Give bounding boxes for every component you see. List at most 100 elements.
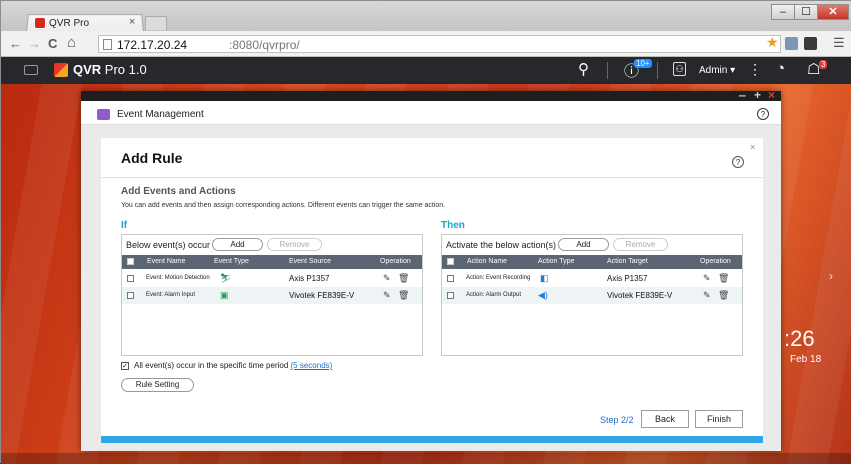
time-period-link[interactable]: (5 seconds) [291,361,333,370]
reload-icon[interactable]: C [48,36,57,51]
table-row[interactable]: Event: Alarm Input ▣ Vivotek FE839E-V ✎ … [122,287,422,304]
actions-table-header: Action Name Action Type Action Target Op… [442,255,742,269]
bookmark-star-icon[interactable]: ★ [766,34,779,51]
column-header: Action Name [467,258,508,265]
extension-icon[interactable] [785,37,798,50]
window-minimize-button[interactable]: ‒ [771,4,795,20]
notification-badge: 10+ [634,59,652,68]
divider [607,62,608,79]
column-header: Event Type [214,258,249,265]
page-icon [103,39,112,50]
divider [657,62,658,79]
tab-close-icon[interactable]: × [129,16,135,28]
edit-icon[interactable]: ✎ [383,290,391,301]
rule-setting-button[interactable]: Rule Setting [121,378,194,392]
event-management-title: Event Management [117,109,204,120]
desktop-dock [1,453,851,464]
edit-icon[interactable]: ✎ [703,273,711,284]
row-checkbox[interactable] [447,292,454,299]
edit-icon[interactable]: ✎ [703,290,711,301]
pocket-extension-icon[interactable] [804,37,817,50]
then-label: Then [441,220,465,231]
url-path: :8080/qvrpro/ [229,38,300,52]
row-checkbox[interactable] [127,292,134,299]
qvr-logo-icon [54,63,68,77]
action-target: Axis P1357 [607,274,648,283]
window-close-button[interactable]: ✕ [817,4,849,20]
select-all-actions-checkbox[interactable] [447,258,454,265]
remove-event-button[interactable]: Remove [267,238,322,251]
help-icon[interactable]: ? [757,108,769,120]
window-close-icon[interactable]: × [768,88,775,102]
section-title: Add Events and Actions [121,186,236,197]
back-button[interactable]: Back [641,410,689,428]
row-checkbox[interactable] [127,275,134,282]
dialog-help-icon[interactable]: ? [732,156,744,168]
event-source: Axis P1357 [289,274,330,283]
qvr-favicon-icon [35,18,45,28]
window-maximize-button[interactable]: ☐ [794,4,818,20]
delete-icon[interactable]: 🗑 [718,290,729,301]
column-header: Operation [380,258,411,265]
column-header: Operation [700,258,731,265]
home-icon[interactable]: ⌂ [67,34,76,51]
next-page-chevron-icon[interactable]: › [829,269,833,283]
column-header: Event Source [289,258,332,265]
action-target: Vivotek FE839E-V [607,291,673,300]
sidebar-toggle-icon[interactable] [24,65,38,75]
time-period-label: All event(s) occur in the specific time … [134,361,333,370]
user-icon[interactable]: ⚇ [673,62,686,76]
actions-panel: Activate the below action(s) Add Remove … [441,234,743,356]
divider [101,177,763,178]
delete-icon[interactable]: 🗑 [398,273,409,284]
finish-button[interactable]: Finish [695,410,743,428]
step-indicator: Step 2/2 [600,415,634,425]
event-management-icon [97,109,110,120]
desktop-clock: :26 [784,326,815,351]
more-options-icon[interactable]: ⋮ [748,61,762,78]
edit-icon[interactable]: ✎ [383,273,391,284]
table-row[interactable]: Action: Alarm Output ◀) Vivotek FE839E-V… [442,287,742,304]
dialog-progress-bar [101,436,763,443]
chrome-menu-icon[interactable]: ☰ [833,35,845,51]
remove-action-button[interactable]: Remove [613,238,668,251]
new-tab-button[interactable] [144,16,168,31]
admin-menu[interactable]: Admin ▾ [699,65,735,76]
section-description: You can add events and then assign corre… [121,202,446,209]
action-name: Action: Event Recording [466,275,531,281]
alarm-input-icon: ▣ [220,290,229,300]
add-event-button[interactable]: Add [212,238,263,251]
table-row[interactable]: Action: Event Recording ◧ Axis P1357 ✎ 🗑 [442,270,742,287]
browser-toolbar: ← → C ⌂ 172.17.20.24 :8080/qvrpro/ ☰ [1,31,851,57]
url-host: 172.17.20.24 [117,38,188,52]
column-header: Action Type [538,258,575,265]
tab-title: QVR Pro [49,18,90,29]
time-period-checkbox[interactable]: ✓ [121,362,129,370]
window-maximize-icon[interactable]: + [754,88,761,102]
app-title: QVR Pro 1.0 [73,62,147,77]
column-header: Event Name [147,258,186,265]
motion-detection-icon: ⛷ [220,273,232,283]
dashboard-icon[interactable]: ◔ [776,60,785,77]
dialog-close-icon[interactable]: × [750,142,755,152]
table-row[interactable]: Event: Motion Detection ⛷ Axis P1357 ✎ 🗑 [122,270,422,287]
add-action-button[interactable]: Add [558,238,609,251]
desktop-date: Feb 18 [790,354,822,365]
event-name: Event: Alarm Input [146,292,196,298]
delete-icon[interactable]: 🗑 [718,273,729,284]
row-checkbox[interactable] [447,275,454,282]
select-all-events-checkbox[interactable] [127,258,134,265]
event-source: Vivotek FE839E-V [289,291,355,300]
action-name: Action: Alarm Output [466,292,522,298]
back-arrow-icon[interactable]: ← [9,36,22,51]
delete-icon[interactable]: 🗑 [398,290,409,301]
tab-strip: QVR Pro × ‒ ☐ ✕ [1,1,851,33]
events-table-header: Event Name Event Type Event Source Opera… [122,255,422,269]
forward-arrow-icon[interactable]: → [28,36,41,51]
events-panel-label: Below event(s) occur [126,240,211,250]
event-name: Event: Motion Detection [146,275,210,281]
address-bar[interactable]: 172.17.20.24 :8080/qvrpro/ [98,35,781,53]
camera-recording-icon: ◧ [540,273,549,283]
window-minimize-icon[interactable]: ‒ [739,88,746,102]
search-icon[interactable]: ⚲ [578,60,589,78]
